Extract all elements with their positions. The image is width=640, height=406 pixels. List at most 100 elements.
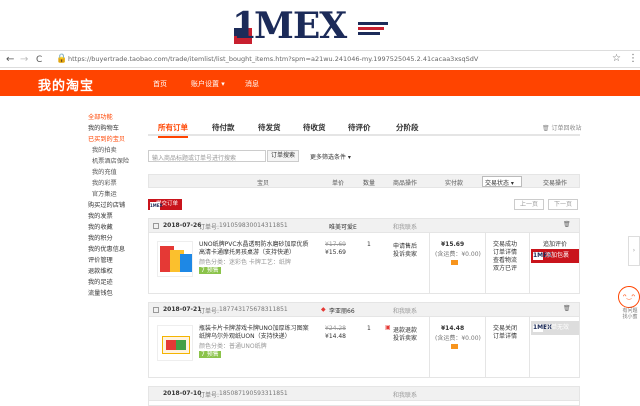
order-no-label: 订单号: [199,390,219,399]
sidebar-item[interactable]: 退款维权 [88,266,148,277]
paid-amount: ¥14.48 [441,325,464,332]
order-body: UNO纸牌PVC水晶透明防水磨砂加厚优质 高清卡通摩托男孩桌游（支持快递） 颜色… [149,233,579,293]
order-date: 2018-07-26 [163,222,201,229]
assistant-face-icon[interactable]: ᴖ‿ᴖ [618,286,640,308]
sidebar-item[interactable]: 我的充值 [88,167,148,178]
order-no-label: 订单号: [199,306,219,315]
order-search-button[interactable]: 订单搜索 [267,150,299,162]
unit-price: ¥14.48 [325,333,346,340]
prev-page-button[interactable]: 上一页 [514,199,544,210]
delete-order-icon[interactable]: 🗑 [563,305,571,312]
tab-pending-receipt[interactable]: 待收货 [303,122,326,133]
refund-icon: ▣ [385,324,391,331]
seller-name[interactable]: 李亚丽66 [329,306,355,315]
sidebar-item[interactable]: 我的彩票 [88,178,148,189]
mini-mex-logo: 1MEX [533,252,543,260]
add-package-button[interactable]: 1MEX 添加包裹 [531,249,579,263]
order-body: 瓶装卡片卡牌游戏卡牌UNO加厚练习图案 纸牌乌尔外观纸UON（支持快递） 颜色分… [149,317,579,377]
add-package-label: 添加包裹 [545,249,569,263]
presale-badge: 7 预售 [199,351,221,358]
reload-icon[interactable]: C [36,54,42,66]
tab-all-orders[interactable]: 所有订单 [158,122,188,138]
complain-seller[interactable]: 投诉卖家 [393,249,417,258]
order-recycle-bin[interactable]: 🗑 订单回收站 [542,123,582,132]
contact-seller[interactable]: 和我联系 [393,306,417,315]
assistant-label[interactable]: 有问题 找小蜜 [620,308,640,320]
tab-installments[interactable]: 分阶段 [396,122,419,133]
nav-messages[interactable]: 消息 [245,79,259,89]
tab-pending-payment[interactable]: 待付款 [212,122,235,133]
more-filters[interactable]: 更多筛选条件 ▾ [310,152,351,161]
brand-title[interactable]: 我的淘宝 [38,75,94,94]
paid-shipping-note: (含运费：¥0.00) [435,249,481,258]
order-checkbox[interactable] [153,307,159,313]
separator [429,233,430,293]
sidebar-item[interactable]: 官方集运 [88,189,148,200]
order-header: 2018-07-21 订单号: 187743175678311851 ◆ 李亚丽… [149,303,579,317]
submit-order-button[interactable]: 1MEX 提交订单 [148,199,182,210]
back-icon[interactable]: ← [6,54,14,66]
nav-account-settings[interactable]: 账户设置 ▾ [191,79,225,89]
bookmark-star-icon[interactable]: ☆ [612,53,621,64]
browser-menu-icon[interactable]: ⋮ [628,53,638,64]
order-details-link[interactable]: 订单详情 [493,331,517,340]
sidebar-item[interactable]: 已买到的宝贝 [88,134,148,145]
sidebar-item[interactable]: 我的发票 [88,211,148,222]
sidebar-item[interactable]: 购买过的店铺 [88,200,148,211]
order-no-label: 订单号: [199,222,219,231]
sidebar-item[interactable]: 流量钱包 [88,288,148,299]
order-search-input[interactable]: 输入商品标题或订单号进行搜索 [148,150,266,162]
separator [429,317,430,377]
col-paid: 实付款 [445,178,463,187]
sidebar-item[interactable]: 我的购物车 [88,123,148,134]
contact-seller[interactable]: 和我联系 [393,222,417,231]
product-title-line2[interactable]: 纸牌乌尔外观纸UON（支持快递） [199,331,291,340]
nav-home[interactable]: 首页 [153,79,167,89]
sidebar-item[interactable]: 我的积分 [88,233,148,244]
order-checkbox[interactable] [153,223,159,229]
order-no: 185087190593311851 [219,390,288,397]
payment-flag-icon [451,344,458,349]
payment-flag-icon [451,260,458,265]
side-collapse-tab[interactable]: › [628,236,640,266]
product-thumbnail[interactable] [157,241,193,277]
logo-text: MEX [254,6,346,46]
mex-logo: 1 MEX [232,6,407,46]
sidebar-item[interactable]: 评价管理 [88,255,148,266]
col-item-ops: 商品操作 [393,178,417,187]
trade-status-select[interactable]: 交易状态 ▾ [482,176,522,187]
sidebar-item[interactable]: 我的拍卖 [88,145,148,156]
invalid-order-label: 订单无效 [545,321,569,335]
orig-price: ¥24.28 [325,325,346,332]
sidebar-item[interactable]: 全部功能 [88,112,148,123]
order-card: 2018-07-26 订单号: 191059830014311851 唯美可爱E… [148,218,580,294]
tab-pending-review[interactable]: 待评价 [348,122,371,133]
seller-name[interactable]: 唯美可爱E [329,222,357,231]
paid-shipping-note: (含运费：¥0.00) [435,333,481,342]
trash-icon: 🗑 [542,125,550,132]
order-date: 2018-07-10 [163,390,201,397]
logo-stripes [358,22,388,42]
separator [529,317,530,377]
product-thumbnail[interactable] [157,325,193,361]
tab-pending-shipment[interactable]: 待发货 [258,122,281,133]
delete-order-icon[interactable]: 🗑 [563,221,571,228]
complain-seller[interactable]: 投诉卖家 [393,333,417,342]
order-date: 2018-07-21 [163,306,201,313]
recycle-label: 订单回收站 [552,125,582,132]
product-title-line2[interactable]: 高清卡通摩托男孩桌游（支持快递） [199,247,295,256]
product-card-green [176,340,186,350]
contact-seller[interactable]: 和我联系 [393,390,417,399]
next-page-button[interactable]: 下一页 [548,199,578,210]
sidebar-item[interactable]: 我的优惠信息 [88,244,148,255]
forward-icon[interactable]: → [20,54,28,66]
url-field[interactable]: https://buyertrade.taobao.com/trade/item… [68,55,478,63]
shop-icon: ◆ [321,306,326,313]
sidebar-item[interactable]: 我的收藏 [88,222,148,233]
sidebar-item[interactable]: 机票酒店保险 [88,156,148,167]
presale-badge: 7 预售 [199,267,221,274]
order-tabs: 所有订单 待付款 待发货 待收货 待评价 分阶段 [148,118,580,136]
add-review-link[interactable]: 追加评价 [543,239,567,248]
sidebar-item[interactable]: 我的足迹 [88,277,148,288]
invalid-order-button[interactable]: 1MEX 订单无效 [531,321,579,335]
